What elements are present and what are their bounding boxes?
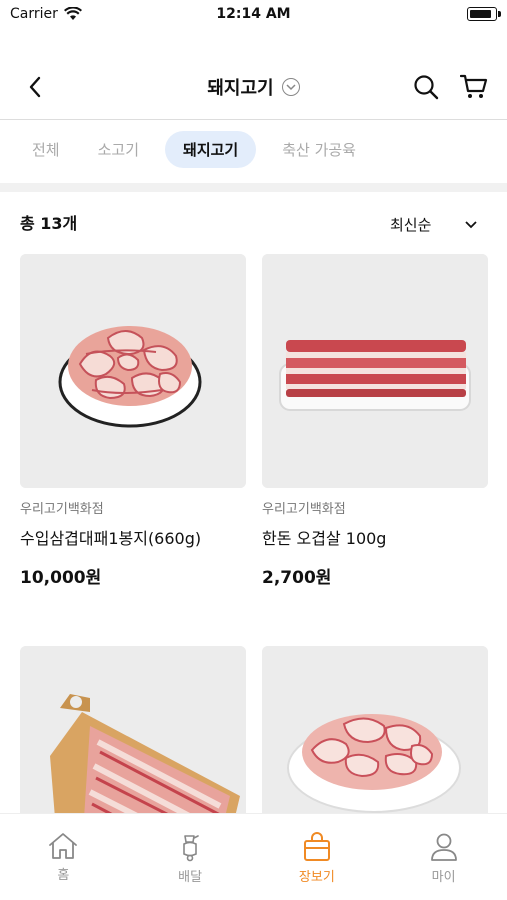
nav-label: 배달 (178, 870, 203, 885)
tab-processed-meat[interactable]: 축산 가공육 (270, 131, 368, 168)
nav-home[interactable]: 홈 (0, 814, 127, 900)
nav-label: 마이 (431, 870, 456, 885)
nav-shopping[interactable]: 장보기 (254, 814, 381, 900)
cart-button[interactable] (459, 72, 489, 102)
sort-label: 최신순 (390, 216, 432, 234)
nav-my[interactable]: 마이 (380, 814, 507, 900)
nav-label: 장보기 (298, 870, 335, 885)
shopping-bag-icon (303, 832, 330, 861)
product-image-plate-sliced-pork[interactable] (20, 254, 246, 488)
user-icon (430, 833, 457, 861)
app-header: 돼지고기 (0, 58, 507, 118)
product-seller: 우리고기백화점 (20, 502, 104, 517)
scooter-icon (183, 835, 199, 862)
tab-all[interactable]: 전체 (20, 131, 72, 168)
battery-icon (467, 7, 501, 21)
product-card[interactable]: 우리고기백화점 수입삼겹대패1봉지(660g) 10,000원 (20, 254, 246, 588)
product-price: 10,000원 (20, 568, 102, 588)
search-button[interactable] (411, 72, 441, 102)
product-seller: 우리고기백화점 (262, 502, 346, 517)
header-divider (0, 119, 507, 120)
tab-beef[interactable]: 소고기 (86, 131, 151, 168)
chevron-down-icon (281, 78, 300, 96)
chevron-down-icon (465, 220, 478, 228)
cart-icon (460, 74, 488, 98)
product-price: 2,700원 (262, 568, 332, 588)
product-name: 수입삼겹대패1봉지(660g) (20, 529, 202, 548)
home-icon (49, 833, 78, 859)
bottom-nav: 홈 배달 장보기 마이 (0, 813, 507, 900)
product-count: 총 13개 (20, 214, 78, 233)
category-tabs: 전체 소고기 돼지고기 축산 가공육 (20, 131, 368, 168)
product-card[interactable]: 우리고기백화점 한돈 오겹살 100g 2,700원 (262, 254, 488, 588)
section-divider (0, 183, 507, 192)
product-image-tray-pork-belly[interactable] (262, 254, 488, 488)
clock: 12:14 AM (216, 6, 291, 22)
product-name: 한돈 오겹살 100g (262, 529, 387, 548)
nav-delivery[interactable]: 배달 (127, 814, 254, 900)
sort-dropdown[interactable]: 최신순 (390, 214, 478, 235)
status-bar: Carrier 12:14 AM (0, 0, 507, 28)
page-title: 돼지고기 (207, 78, 274, 99)
tab-pork[interactable]: 돼지고기 (165, 131, 257, 168)
search-icon (414, 75, 439, 100)
nav-label: 홈 (57, 868, 70, 883)
